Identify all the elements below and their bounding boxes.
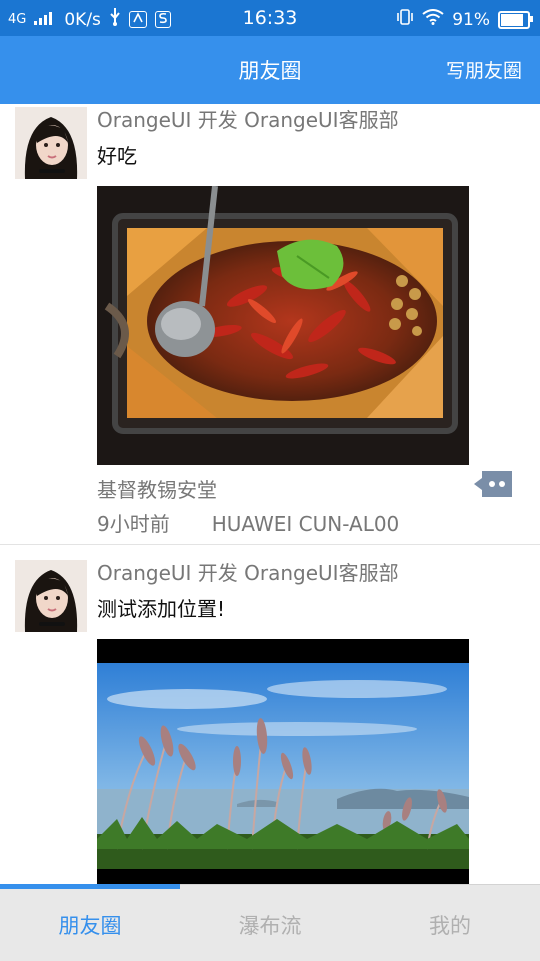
battery-level-fill — [501, 13, 523, 26]
post-meta: 9小时前 HUAWEI CUN-AL00 — [97, 508, 399, 537]
tab-moments[interactable]: 朋友圈 — [0, 910, 180, 940]
wifi-icon — [422, 9, 444, 30]
battery-percent: 91% — [452, 9, 490, 30]
comment-icon[interactable] — [474, 471, 512, 497]
tab-mine[interactable]: 我的 — [360, 910, 540, 940]
post-time: 9小时前 — [97, 512, 170, 536]
moments-feed[interactable]: OrangeUI 开发 OrangeUI客服部 好吃 基督教锡安堂 9小时前 H… — [0, 104, 540, 884]
battery-icon — [498, 10, 533, 29]
post-text: 好吃 — [97, 144, 137, 168]
post-device: HUAWEI CUN-AL00 — [211, 512, 400, 536]
post-location[interactable]: 基督教锡安堂 — [97, 474, 217, 503]
feed-post: OrangeUI 开发 OrangeUI客服部 好吃 基督教锡安堂 9小时前 H… — [0, 104, 540, 545]
active-tab-indicator — [0, 884, 180, 889]
feed-post: OrangeUI 开发 OrangeUI客服部 测试添加位置! — [0, 545, 540, 884]
app-header: 朋友圈 写朋友圈 — [0, 36, 540, 104]
tab-waterfall[interactable]: 瀑布流 — [180, 910, 360, 940]
post-username[interactable]: OrangeUI 开发 OrangeUI客服部 — [97, 104, 399, 133]
post-username[interactable]: OrangeUI 开发 OrangeUI客服部 — [97, 557, 399, 586]
spicy-fish-dish-photo[interactable] — [97, 186, 469, 465]
avatar[interactable] — [15, 107, 87, 179]
bottom-tab-bar: 朋友圈 瀑布流 我的 — [0, 884, 540, 961]
vibrate-icon — [396, 8, 414, 31]
write-moment-button[interactable]: 写朋友圈 — [446, 56, 522, 83]
post-text: 测试添加位置! — [97, 597, 226, 621]
avatar[interactable] — [15, 560, 87, 632]
status-bar: 4G 0K/s 16:33 91% — [0, 0, 540, 36]
seaside-reeds-photo[interactable] — [97, 639, 469, 884]
